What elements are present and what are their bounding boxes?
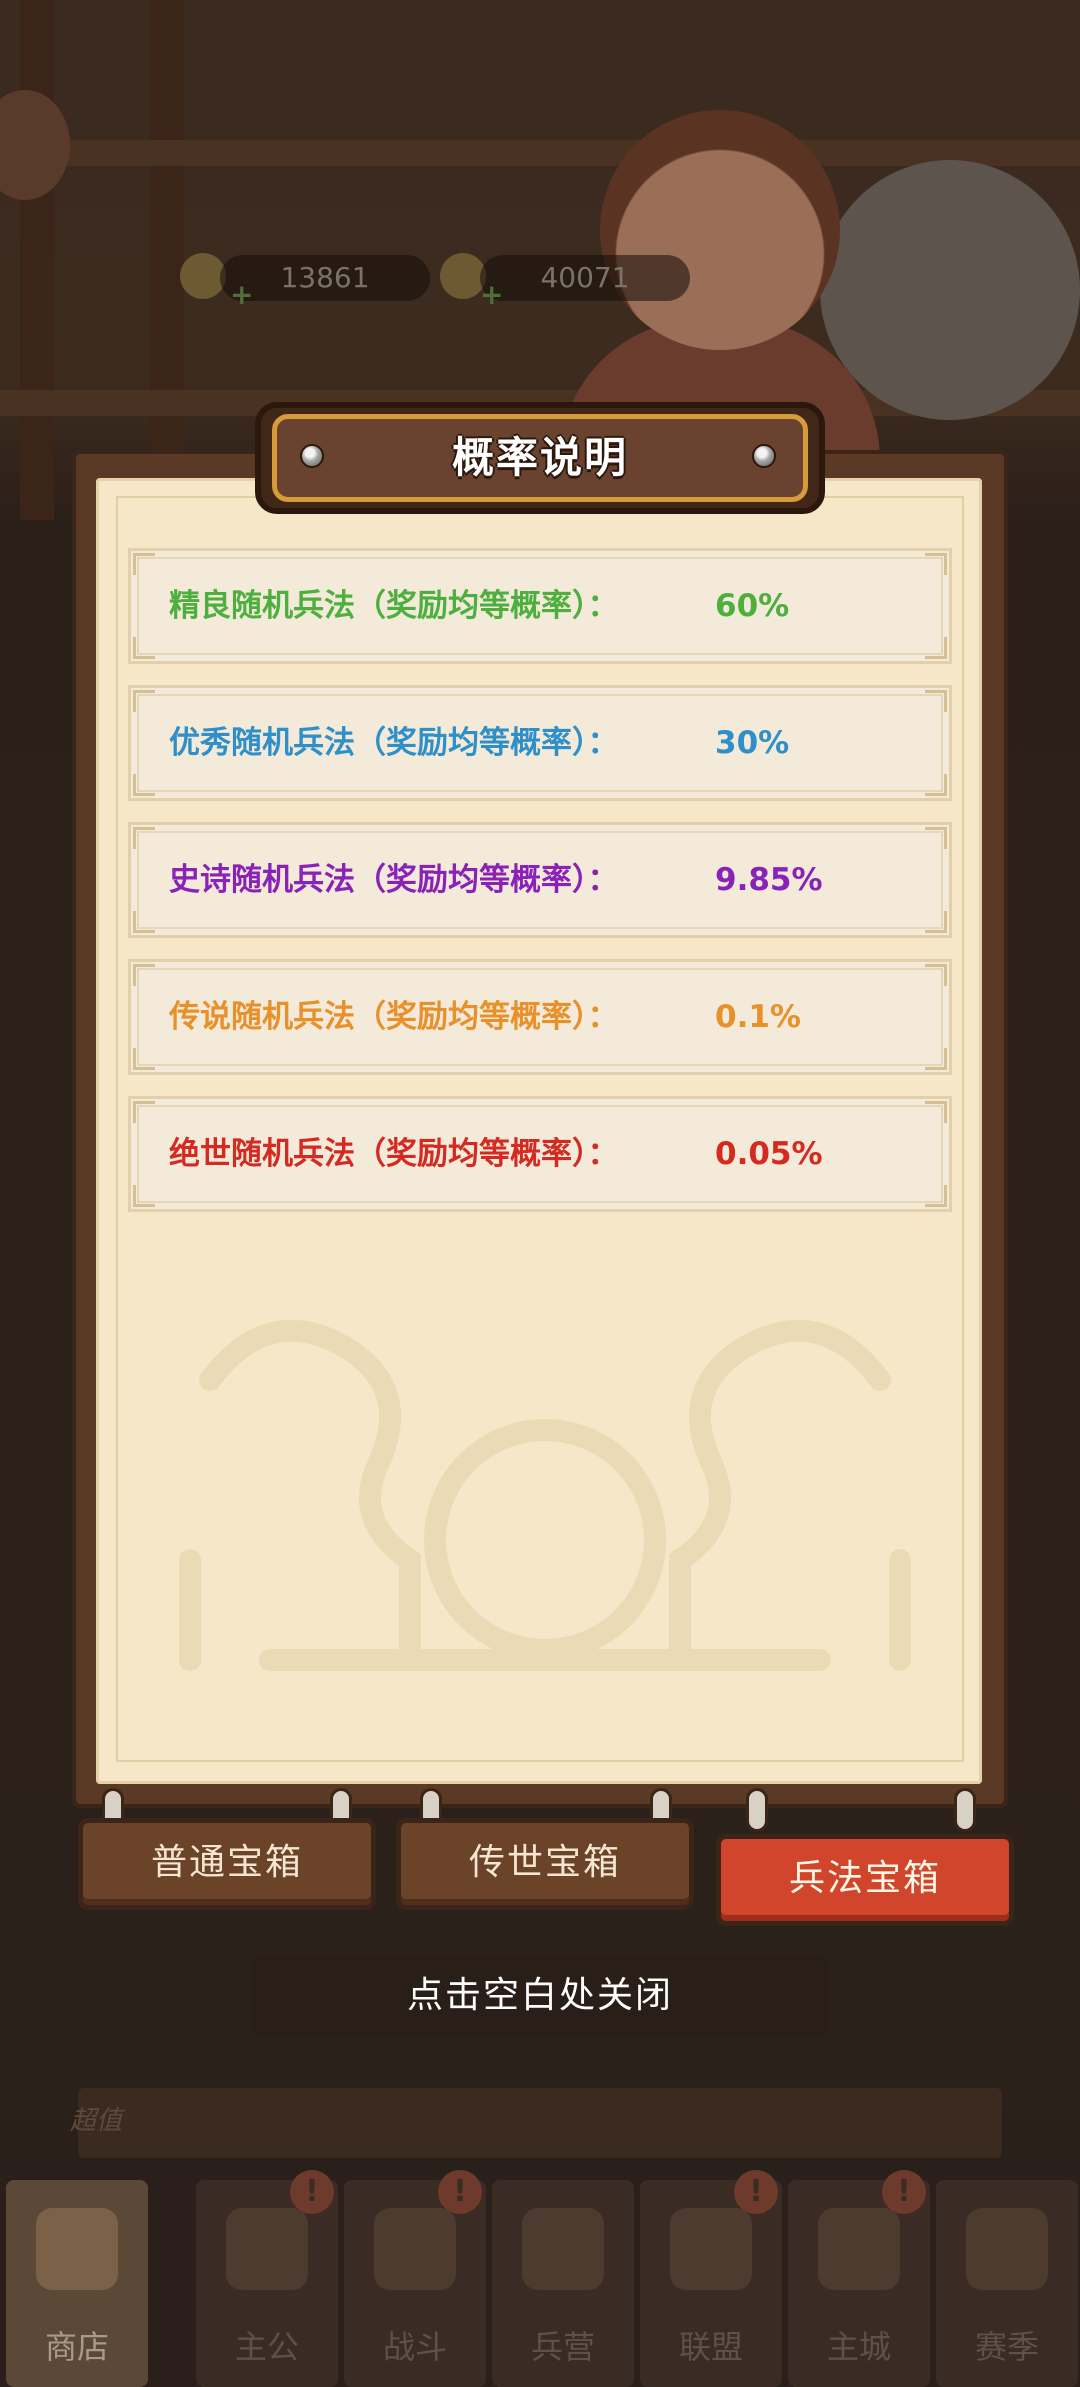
nav-item[interactable]: 商店 [6, 2180, 148, 2387]
season-icon [966, 2208, 1048, 2290]
shop-icon [36, 2208, 118, 2290]
corner-ornament [133, 827, 155, 849]
nav-label: 战斗 [382, 2328, 447, 2366]
probability-row: 优秀随机兵法（奖励均等概率）： 30% [128, 685, 952, 801]
nav-item[interactable]: ! 战斗 [344, 2170, 486, 2387]
tab-normal-chest[interactable]: 普通宝箱 [78, 1818, 376, 1910]
nav-item[interactable]: 赛季 [936, 2180, 1078, 2387]
shelf [0, 140, 1080, 166]
close-hint[interactable]: 点击空白处关闭 [252, 1956, 828, 2036]
rivet-icon [752, 444, 776, 468]
hook-icon [954, 1788, 976, 1832]
probability-value: 30% [715, 725, 790, 761]
probability-label: 优秀随机兵法（奖励均等概率）： [169, 725, 619, 761]
corner-ornament [925, 911, 947, 933]
promo-tag: 超值 [70, 2106, 123, 2136]
corner-ornament [925, 774, 947, 796]
panel-title: 概率说明 [451, 433, 628, 482]
probability-label: 精良随机兵法（奖励均等概率）： [169, 588, 619, 624]
corner-ornament [925, 1048, 947, 1070]
rivet-icon [300, 444, 324, 468]
tab-heirloom-chest[interactable]: 传世宝箱 [396, 1818, 694, 1910]
probability-row: 绝世随机兵法（奖励均等概率）： 0.05% [128, 1096, 952, 1212]
probability-row: 传说随机兵法（奖励均等概率）： 0.1% [128, 959, 952, 1075]
corner-ornament [925, 827, 947, 849]
probability-value: 9.85% [715, 862, 823, 898]
alert-badge-icon: ! [882, 2170, 926, 2214]
gift-pack-banner [78, 2088, 1002, 2158]
nav-item[interactable]: 兵营 [492, 2180, 634, 2387]
alert-badge-icon: ! [290, 2170, 334, 2214]
corner-ornament [133, 1101, 155, 1123]
corner-ornament [925, 1185, 947, 1207]
probability-value: 0.1% [715, 999, 801, 1035]
pillar [150, 0, 184, 520]
probability-label: 绝世随机兵法（奖励均等概率）： [169, 1136, 619, 1172]
corner-ornament [925, 690, 947, 712]
corner-ornament [925, 637, 947, 659]
corner-ornament [133, 964, 155, 986]
corner-ornament [925, 1101, 947, 1123]
probability-value: 60% [715, 588, 790, 624]
probability-label: 传说随机兵法（奖励均等概率）： [169, 999, 619, 1035]
probability-label: 史诗随机兵法（奖励均等概率）： [169, 862, 619, 898]
vase [0, 90, 70, 200]
corner-ornament [925, 553, 947, 575]
corner-ornament [133, 553, 155, 575]
alliance-icon [670, 2208, 752, 2290]
corner-ornament [133, 637, 155, 659]
probability-value: 0.05% [715, 1136, 823, 1172]
dragon-watermark-icon [179, 1319, 911, 1671]
fan-decoration [820, 160, 1080, 420]
gold-counter: 40071 [480, 255, 690, 301]
corner-ornament [133, 774, 155, 796]
barracks-icon [522, 2208, 604, 2290]
nav-label: 主城 [826, 2328, 891, 2366]
city-icon [818, 2208, 900, 2290]
corner-ornament [925, 964, 947, 986]
nav-label: 兵营 [530, 2328, 595, 2366]
nav-label: 赛季 [974, 2328, 1039, 2366]
corner-ornament [133, 911, 155, 933]
nav-item[interactable]: ! 联盟 [640, 2170, 782, 2387]
alert-badge-icon: ! [438, 2170, 482, 2214]
nav-label: 主公 [234, 2328, 299, 2366]
probability-row: 精良随机兵法（奖励均等概率）： 60% [128, 548, 952, 664]
shopkeeper-avatar [600, 110, 840, 350]
pillar [20, 0, 54, 520]
corner-ornament [133, 1048, 155, 1070]
lord-icon [226, 2208, 308, 2290]
corner-ornament [133, 1185, 155, 1207]
corner-ornament [133, 690, 155, 712]
hook-icon [746, 1788, 768, 1832]
probability-row: 史诗随机兵法（奖励均等概率）： 9.85% [128, 822, 952, 938]
nav-label: 联盟 [678, 2328, 743, 2366]
tab-tactics-chest[interactable]: 兵法宝箱 [716, 1834, 1014, 1926]
alert-badge-icon: ! [734, 2170, 778, 2214]
nav-label: 商店 [44, 2328, 109, 2366]
add-gold-icon[interactable]: + [480, 281, 503, 309]
nav-item[interactable]: ! 主城 [788, 2170, 930, 2387]
battle-icon [374, 2208, 456, 2290]
nav-item[interactable]: ! 主公 [196, 2170, 338, 2387]
add-copper-icon[interactable]: + [230, 281, 253, 309]
